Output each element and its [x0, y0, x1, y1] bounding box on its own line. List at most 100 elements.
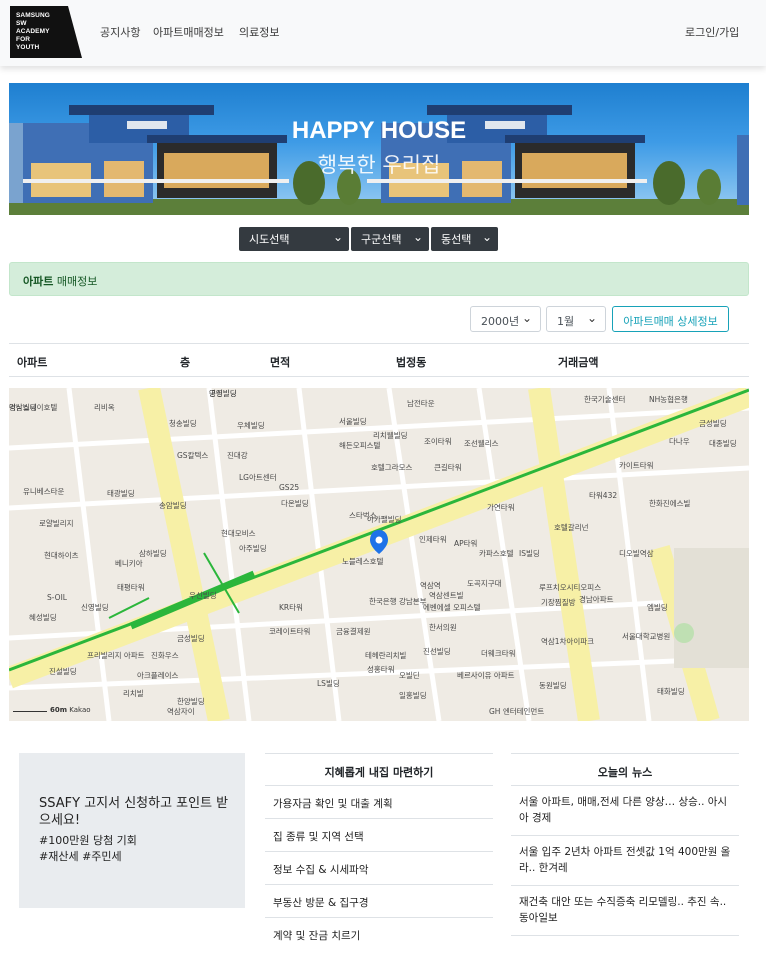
ssafy-logo[interactable]: SAMSUNG SW ACADEMY FOR YOUTH [10, 6, 82, 58]
map-poi-label[interactable]: 조이타워 [424, 436, 452, 446]
map-poi-label[interactable]: 진대강 [227, 450, 248, 460]
map-poi-label[interactable]: 로얄빌리지 [39, 518, 74, 528]
map-poi-label[interactable]: 코레이트타워 [269, 626, 310, 636]
map-poi-label[interactable]: 한서의원 [429, 622, 457, 632]
map-poi-label[interactable]: 도곡지구대 [467, 579, 502, 588]
map-poi-label[interactable]: GS25 [279, 483, 299, 492]
map-poi-label[interactable]: 루프치오시티오피스 [539, 583, 601, 592]
map-poi-label[interactable]: 역삼자이 [167, 706, 195, 716]
map-poi-label[interactable]: AP타워 [454, 539, 477, 548]
map-canvas[interactable]: 역삼빌딩영신빌딩리비옥청송빌딩 우체빌딩 서울빌딩남전타운 한국기술센터 NH농협은행금… [9, 388, 749, 721]
map-poi-label[interactable]: 아주빌딩 [239, 543, 267, 553]
map-poi-label[interactable]: 조선웰리스 [464, 438, 499, 448]
map-poi-label[interactable]: 청송빌딩 [169, 418, 197, 428]
guide-item[interactable]: 정보 수집 & 시세파악 [265, 852, 493, 885]
map-poi-label[interactable]: 태화빌딩 [657, 686, 685, 696]
map-poi-label[interactable]: 대종빌딩 [709, 438, 737, 448]
map-poi-label[interactable]: LG아트센터 [239, 472, 277, 482]
map-poi-label[interactable]: 더웨크타워 [481, 649, 516, 658]
map-poi-label[interactable]: NH농협은행 [649, 394, 688, 404]
map-poi-label[interactable]: 진설빌딩 [49, 666, 77, 676]
map-poi-label[interactable]: 혜성빌딩 [29, 612, 57, 622]
map-poi-label[interactable]: 금융결제원 [336, 626, 371, 636]
map-poi-label[interactable]: 아크플레이스 [137, 670, 178, 680]
map-poi-label[interactable]: 인제타워 [419, 534, 447, 544]
map-poi-label[interactable]: 진선빌딩 [423, 646, 451, 656]
map-poi-label[interactable]: 삼하빌딩 [139, 548, 167, 558]
map-poi-label[interactable]: 군영빌딩 [209, 388, 237, 398]
promo-box[interactable]: SSAFY 고지서 신청하고 포인트 받으세요! #100만원 당첨 기회 #재… [19, 753, 245, 908]
map-poi-label[interactable]: 서울빌딩 [339, 416, 367, 426]
map-poi-label[interactable]: 동원빌딩 [539, 680, 567, 690]
guide-item[interactable]: 계약 및 잔금 치르기 [265, 918, 493, 951]
map-poi-label[interactable]: LS빌딩 [317, 678, 340, 688]
map-poi-label[interactable]: 리치웰빌딩 [373, 430, 408, 440]
map-poi-label[interactable]: 가연타워 [487, 503, 515, 512]
map-poi-label[interactable]: GS칼텍스 [177, 450, 208, 460]
map-poi-label[interactable]: 리치빌 [123, 689, 144, 698]
map-poi-label[interactable]: 에벤에셀 오피스텔 [423, 602, 481, 612]
map-poi-label[interactable]: 스타벅스 [349, 510, 377, 520]
map-poi-label[interactable]: IS빌딩 [519, 548, 540, 558]
map-poi-label[interactable]: 테헤란리치빌 [365, 650, 406, 660]
map-poi-label[interactable]: 엠빌딩 [647, 602, 668, 612]
map-poi-label[interactable]: 노블레스호텔 [342, 557, 383, 566]
map-poi-label[interactable]: 리비옥 [94, 403, 115, 412]
map-poi-label[interactable]: 카이트타워 [619, 460, 654, 470]
map-poi-label[interactable]: 호텔그라모스 [371, 463, 412, 472]
map-poi-label[interactable]: 남전타운 [407, 398, 435, 408]
guide-item[interactable]: 부동산 방문 & 집구경 [265, 885, 493, 918]
map-poi-label[interactable]: 일홍빌딩 [399, 690, 427, 700]
news-item[interactable]: 재건축 대안 또는 수직증축 리모델링.. 추진 속.. 동아일보 [511, 886, 739, 936]
map-poi-label[interactable]: 태광빌딩 [107, 488, 135, 498]
kakao-map[interactable]: 역삼빌딩 영신빌딩 리비옥 청송빌딩 우체빌딩 서울빌딩 남전타운 한국기술센터 NH농협은행 금… [9, 388, 749, 721]
map-poi-label[interactable]: 한국기술센터 [584, 394, 625, 404]
gugun-select[interactable]: 구군선택 ⌄ [351, 227, 429, 251]
map-poi-label[interactable]: KR타워 [279, 603, 303, 612]
map-poi-label[interactable]: 역삼역 [420, 580, 441, 590]
map-poi-label[interactable]: 송암빌딩 [159, 500, 187, 510]
map-poi-label[interactable]: 현대모비스 [221, 529, 256, 538]
nav-link-medical[interactable]: 의료정보 [239, 24, 279, 40]
map-poi-label[interactable]: 베니키아 [115, 558, 143, 568]
map-poi-label[interactable]: 현대하이츠 [44, 550, 79, 560]
map-poi-label[interactable]: 강남스테이호텔 [9, 402, 57, 412]
map-poi-label[interactable]: 우신빌딩 [189, 590, 217, 600]
map-poi-label[interactable]: 한국은행 강남본부 [369, 596, 427, 606]
map-poi-label[interactable]: 태평타워 [117, 582, 145, 592]
sido-select[interactable]: 시도선택 ⌄ [239, 227, 349, 251]
news-item[interactable]: 서울 입주 2년차 아파트 전셋값 1억 400만원 올라.. 한겨레 [511, 836, 739, 886]
map-poi-label[interactable]: 프리빌리지 아파트 [87, 650, 145, 660]
map-poi-label[interactable]: 타워432 [589, 491, 617, 500]
year-select[interactable]: 2000년 ⌄ [470, 306, 541, 332]
map-poi-label[interactable]: 다온빌딩 [281, 498, 309, 508]
map-poi-label[interactable]: 신영빌딩 [81, 602, 109, 612]
map-poi-label[interactable]: 역삼센트빌 [429, 590, 464, 600]
nav-link-notice[interactable]: 공지사항 [100, 24, 140, 40]
map-poi-label[interactable]: 서울대학교병원 [622, 631, 670, 641]
map-poi-label[interactable]: 진화우스 [151, 650, 179, 660]
nav-link-apartment-trade[interactable]: 아파트매매정보 [153, 24, 224, 40]
map-poi-label[interactable]: 베르사이유 아파트 [457, 670, 515, 680]
login-signup-link[interactable]: 로그인/가입 [685, 24, 739, 40]
map-poi-label[interactable]: 성홍타워 [367, 664, 395, 674]
map-poi-label[interactable]: 한양빌딩 [177, 696, 205, 706]
map-poi-label[interactable]: 호텔갈리넌 [554, 523, 589, 532]
map-poi-label[interactable]: 큰길타워 [434, 463, 462, 472]
map-poi-label[interactable]: 금성빌딩 [177, 633, 205, 643]
map-poi-label[interactable]: 금성빌딩 [699, 418, 727, 428]
map-poi-label[interactable]: 기장찜질방 [541, 597, 576, 607]
map-poi-label[interactable]: 한화진에스빌 [649, 498, 690, 508]
guide-item[interactable]: 집 종류 및 지역 선택 [265, 819, 493, 852]
dong-select[interactable]: 동선택 ⌄ [431, 227, 498, 251]
map-poi-label[interactable]: 카파스호텔 [479, 549, 514, 558]
map-poi-label[interactable]: 오빌딘 [399, 670, 420, 680]
map-poi-label[interactable]: S-OIL [47, 593, 68, 602]
map-poi-label[interactable]: 역삼1차아이파크 [541, 636, 594, 646]
apartment-detail-button[interactable]: 아파트매매 상세정보 [612, 306, 729, 332]
map-poi-label[interactable]: 경남아파트 [579, 594, 614, 604]
map-poi-label[interactable]: GH 엔터테인먼트 [489, 706, 544, 716]
map-poi-label[interactable]: 우체빌딩 [237, 420, 265, 430]
news-item[interactable]: 서울 아파트, 매매,전세 다른 양상… 상승.. 아시아 경제 [511, 786, 739, 836]
month-select[interactable]: 1월 ⌄ [546, 306, 606, 332]
